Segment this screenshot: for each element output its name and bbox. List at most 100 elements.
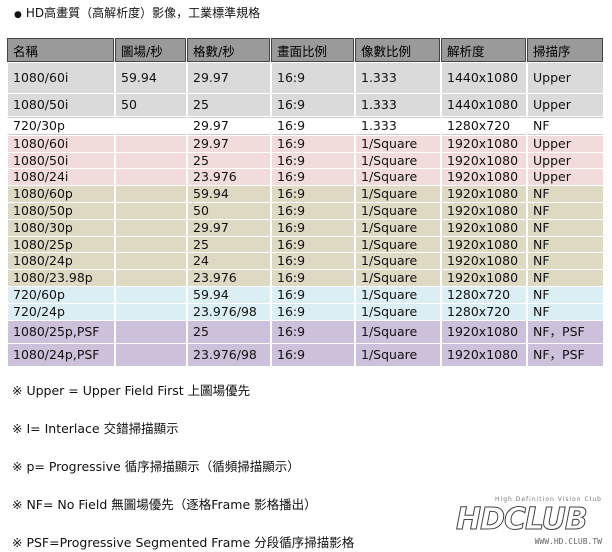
table-cell: 23.976 [187, 270, 270, 286]
table-cell: 16:9 [271, 152, 354, 169]
table-cell: 1280x720 [441, 117, 526, 135]
table-cell: 29.97 [187, 63, 270, 93]
table-cell: NF [527, 236, 603, 253]
header-resolution: 解析度 [441, 38, 526, 62]
table-cell: 1/Square [355, 253, 440, 270]
table-row: 1080/24i 23.976 16:9 1/Square 1920x1080 Upper [7, 169, 603, 186]
table-cell: 16:9 [271, 117, 354, 135]
table-cell: 1280x720 [441, 303, 526, 320]
logo-url: WWW.HD.CLUB.TW [534, 537, 602, 546]
table-cell [115, 186, 186, 202]
table-cell: 16:9 [271, 253, 354, 270]
table-row: 1080/50i 25 16:9 1/Square 1920x1080 Upper [7, 152, 603, 169]
table-cell: 24 [187, 253, 270, 270]
table-row: 1080/25p 25 16:9 1/Square 1920x1080 NF [7, 236, 603, 253]
table-cell: NF，PSF [527, 320, 603, 343]
table-cell: 25 [187, 320, 270, 343]
table-cell: 59.94 [187, 186, 270, 202]
table-row: 1080/25p,PSF 25 16:9 1/Square 1920x1080 NF，PS… [7, 320, 603, 343]
header-fields: 圖場/秒 [115, 38, 186, 62]
table-cell: 1920x1080 [441, 343, 526, 366]
hdclub-logo: High Definition Vision Club HDCLUB WWW.H… [454, 496, 604, 546]
table-row: 1080/50p 50 16:9 1/Square 1920x1080 NF [7, 202, 603, 219]
note-upper: ※ Upper = Upper Field First 上圖場優先 [12, 383, 251, 398]
title-text: HD高畫質（高解析度）影像，工業標準規格 [25, 6, 261, 20]
note-interlace: ※ I= Interlace 交錯掃描顯示 [12, 421, 179, 436]
table-cell: 16:9 [271, 286, 354, 303]
table-cell: 1080/60i [7, 135, 114, 152]
table-cell: 1/Square [355, 202, 440, 219]
table-row: 1080/60i 59.94 29.97 16:9 1.333 1440x1080 Uppe… [7, 63, 603, 93]
table-cell: 16:9 [271, 202, 354, 219]
table-cell: 1920x1080 [441, 219, 526, 236]
header-pixel-aspect: 像數比例 [355, 38, 440, 62]
table-cell [115, 152, 186, 169]
table-cell: Upper [527, 169, 603, 186]
table-cell: 25 [187, 152, 270, 169]
table-cell: 1/Square [355, 219, 440, 236]
table-cell: NF [527, 117, 603, 135]
table-cell: 25 [187, 236, 270, 253]
table-cell: 59.94 [187, 286, 270, 303]
header-name: 名稱 [7, 38, 114, 62]
table-cell: 1/Square [355, 320, 440, 343]
table-cell: NF [527, 303, 603, 320]
note-no-field: ※ NF= No Field 無圖場優先（逐格Frame 影格播出） [12, 497, 317, 512]
table-cell: 1080/50p [7, 202, 114, 219]
table-cell: 1/Square [355, 236, 440, 253]
table-cell: 1920x1080 [441, 320, 526, 343]
header-aspect: 畫面比例 [271, 38, 354, 62]
table-cell: 1/Square [355, 343, 440, 366]
table-cell: 16:9 [271, 270, 354, 286]
table-cell: 23.976/98 [187, 303, 270, 320]
table-cell: 1280x720 [441, 286, 526, 303]
table-row: 1080/60p 59.94 16:9 1/Square 1920x1080 NF [7, 186, 603, 202]
table-cell: 1.333 [355, 94, 440, 116]
table-body: 1080/60i 59.94 29.97 16:9 1.333 1440x1080 Uppe… [7, 63, 603, 366]
spec-table: 名稱 圖場/秒 格數/秒 畫面比例 像數比例 解析度 掃描序 1080/60i 5… [6, 37, 604, 367]
table-cell: 1920x1080 [441, 253, 526, 270]
table-cell: 1/Square [355, 169, 440, 186]
table-cell: 59.94 [115, 63, 186, 93]
note-progressive: ※ p= Progressive 循序掃描顯示（循頻掃描顯示） [12, 459, 300, 474]
header-frames: 格數/秒 [187, 38, 270, 62]
header-scan: 掃描序 [527, 38, 603, 62]
table-cell: 720/30p [7, 117, 114, 135]
table-cell: 16:9 [271, 169, 354, 186]
table-cell: 16:9 [271, 63, 354, 93]
table-cell: Upper [527, 94, 603, 116]
table-cell [115, 236, 186, 253]
table-cell: 1080/30p [7, 219, 114, 236]
table-cell [115, 320, 186, 343]
table-cell: 1/Square [355, 270, 440, 286]
table-row: 1080/24p,PSF 23.976/98 16:9 1/Square 1920x10… [7, 343, 603, 366]
table-cell [115, 303, 186, 320]
table-cell: 1440x1080 [441, 63, 526, 93]
table-row: 720/24p 23.976/98 16:9 1/Square 1280x720 NF [7, 303, 603, 320]
table-cell: NF [527, 202, 603, 219]
table-cell: 1080/24i [7, 169, 114, 186]
table-cell [115, 135, 186, 152]
table-cell: 16:9 [271, 186, 354, 202]
table-cell: 1.333 [355, 117, 440, 135]
table-row: 720/30p 29.97 16:9 1.333 1280x720 NF [7, 117, 603, 135]
table-cell: 1/Square [355, 303, 440, 320]
table-cell: 720/60p [7, 286, 114, 303]
table-row: 720/60p 59.94 16:9 1/Square 1280x720 NF [7, 286, 603, 303]
table-cell: 50 [187, 202, 270, 219]
table-cell: 16:9 [271, 320, 354, 343]
table-cell: 1920x1080 [441, 236, 526, 253]
table-cell [115, 286, 186, 303]
note-psf: ※ PSF=Progressive Segmented Frame 分段循序掃描… [12, 535, 355, 550]
table-cell: 50 [115, 94, 186, 116]
table-cell: 1920x1080 [441, 270, 526, 286]
table-cell: 1080/60i [7, 63, 114, 93]
table-cell: 1.333 [355, 63, 440, 93]
table-cell: 29.97 [187, 135, 270, 152]
table-cell: 16:9 [271, 236, 354, 253]
table-cell: NF [527, 219, 603, 236]
table-cell: 16:9 [271, 343, 354, 366]
table-cell [115, 343, 186, 366]
table-cell: 1080/25p [7, 236, 114, 253]
table-header-row: 名稱 圖場/秒 格數/秒 畫面比例 像數比例 解析度 掃描序 [7, 38, 603, 62]
